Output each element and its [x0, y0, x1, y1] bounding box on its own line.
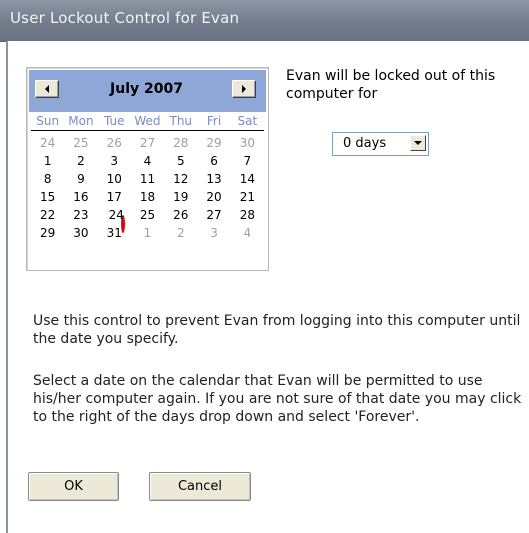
day-header: Sun [36, 114, 60, 128]
cancel-button[interactable]: Cancel [149, 472, 251, 501]
calendar-day[interactable]: 27 [131, 134, 164, 152]
calendar-day[interactable]: 2 [64, 152, 97, 170]
calendar-day[interactable]: 25 [64, 134, 97, 152]
calendar-day[interactable]: 9 [64, 170, 97, 188]
window-title: User Lockout Control for Evan [10, 9, 240, 27]
day-header: Fri [206, 114, 222, 128]
calendar-day[interactable]: 22 [31, 206, 64, 224]
day-header: Mon [68, 114, 94, 128]
calendar-day[interactable]: 1 [31, 152, 64, 170]
day-header: Sat [237, 114, 258, 128]
calendar-day[interactable]: 27 [197, 206, 230, 224]
calendar-day[interactable]: 30 [64, 224, 97, 242]
calendar-day[interactable]: 11 [131, 170, 164, 188]
calendar-day-headers: Sun Mon Tue Wed Thu Fri Sat [31, 114, 264, 131]
day-header: Tue [103, 114, 125, 128]
days-dropdown-value: 0 days [343, 136, 387, 151]
calendar-day[interactable]: 28 [231, 206, 264, 224]
calendar-week: 15 16 17 18 19 20 21 [31, 188, 264, 206]
next-month-button[interactable] [232, 80, 256, 98]
previous-month-button[interactable] [35, 80, 59, 98]
calendar-day[interactable]: 6 [197, 152, 230, 170]
calendar-day[interactable]: 23 [64, 206, 97, 224]
calendar-day[interactable]: 24 [31, 134, 64, 152]
calendar-day[interactable]: 7 [231, 152, 264, 170]
calendar-day[interactable]: 15 [31, 188, 64, 206]
calendar: July 2007 Sun Mon Tue Wed Thu Fri Sat 24… [26, 67, 269, 271]
calendar-day[interactable]: 20 [197, 188, 230, 206]
calendar-day[interactable]: 5 [164, 152, 197, 170]
selected-day-label: 24 [108, 208, 124, 222]
calendar-day[interactable]: 2 [164, 224, 197, 242]
calendar-day[interactable]: 16 [64, 188, 97, 206]
calendar-day[interactable]: 18 [131, 188, 164, 206]
calendar-day[interactable]: 29 [31, 224, 64, 242]
calendar-day[interactable]: 12 [164, 170, 197, 188]
calendar-grid: 24 25 26 27 28 29 30 1 2 3 4 5 6 7 8 9 1… [31, 134, 264, 242]
calendar-day[interactable]: 17 [98, 188, 131, 206]
calendar-day[interactable]: 25 [131, 206, 164, 224]
calendar-day[interactable]: 19 [164, 188, 197, 206]
instruction-paragraph-2: Select a date on the calendar that Evan … [33, 373, 522, 425]
calendar-day-selected[interactable]: 24 [98, 206, 131, 233]
instruction-paragraph-1: Use this control to prevent Evan from lo… [33, 313, 521, 347]
calendar-week: 8 9 10 11 12 13 14 [31, 170, 264, 188]
calendar-day[interactable]: 29 [197, 134, 230, 152]
triangle-left-icon [45, 85, 49, 93]
calendar-day[interactable]: 26 [98, 134, 131, 152]
calendar-day[interactable]: 8 [31, 170, 64, 188]
day-header: Thu [169, 114, 193, 128]
days-dropdown[interactable]: 0 days [332, 132, 429, 156]
calendar-day[interactable]: 26 [164, 206, 197, 224]
calendar-day[interactable]: 3 [197, 224, 230, 242]
calendar-day[interactable]: 13 [197, 170, 230, 188]
calendar-header: July 2007 [29, 70, 266, 112]
calendar-day[interactable]: 10 [98, 170, 131, 188]
lockout-dialog: User Lockout Control for Evan July 2007 … [0, 0, 529, 533]
calendar-week: 22 23 24 25 26 27 28 [31, 206, 264, 233]
dropdown-arrow-button[interactable] [410, 135, 426, 151]
calendar-day[interactable]: 4 [131, 152, 164, 170]
calendar-day[interactable]: 31 [98, 224, 131, 242]
ok-button[interactable]: OK [28, 472, 119, 501]
calendar-day[interactable]: 4 [231, 224, 264, 242]
calendar-day[interactable]: 3 [98, 152, 131, 170]
triangle-right-icon [242, 85, 246, 93]
calendar-month-label: July 2007 [110, 81, 183, 97]
calendar-day[interactable]: 1 [131, 224, 164, 242]
calendar-week: 29 30 31 1 2 3 4 [31, 224, 264, 242]
lockout-message: Evan will be locked out of this computer… [286, 68, 496, 102]
calendar-day[interactable]: 28 [164, 134, 197, 152]
title-bar[interactable]: User Lockout Control for Evan [0, 0, 529, 42]
calendar-day[interactable]: 21 [231, 188, 264, 206]
calendar-day[interactable]: 30 [231, 134, 264, 152]
calendar-week: 24 25 26 27 28 29 30 [31, 134, 264, 152]
chevron-down-icon [414, 141, 422, 145]
calendar-day[interactable]: 14 [231, 170, 264, 188]
calendar-week: 1 2 3 4 5 6 7 [31, 152, 264, 170]
day-header: Wed [134, 114, 161, 128]
